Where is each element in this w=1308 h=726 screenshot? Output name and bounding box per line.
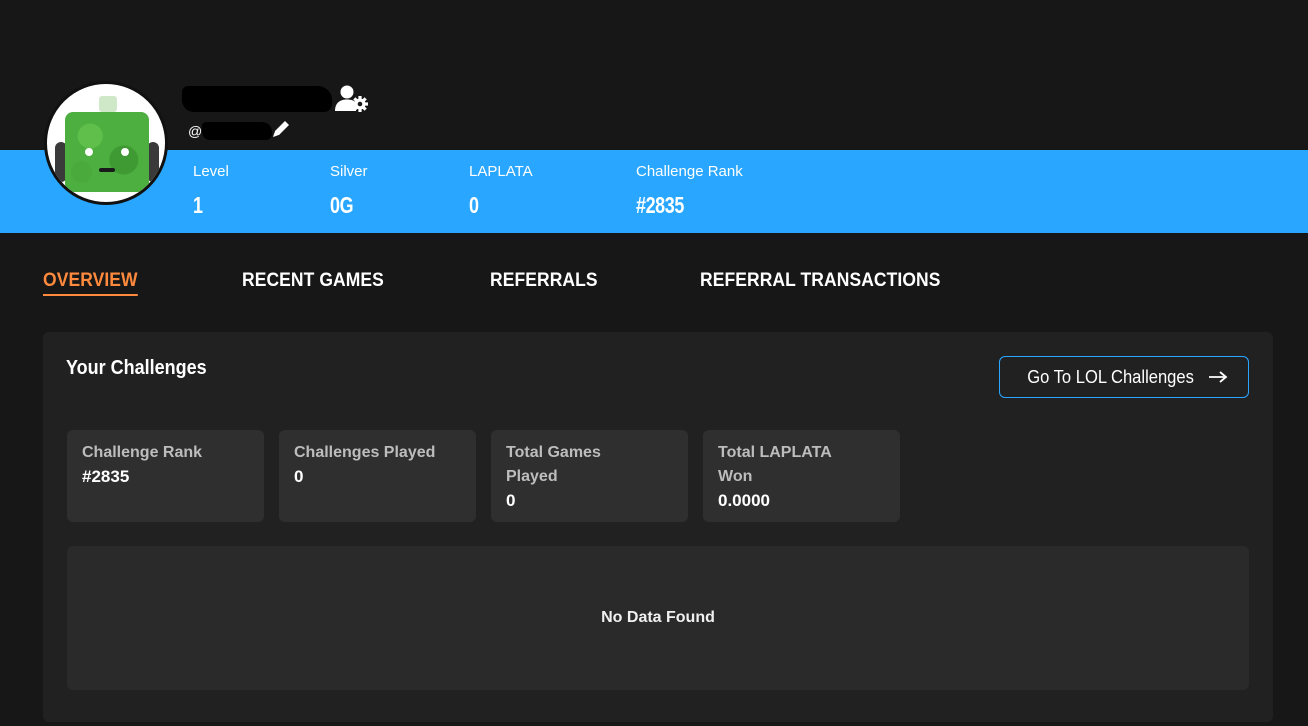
- card-label: Challenges Played: [294, 444, 436, 461]
- stat-card-challenge-rank: Challenge Rank #2835: [67, 430, 264, 522]
- challenges-panel: Your Challenges Go To LOL Challenges Cha…: [43, 332, 1273, 722]
- card-label: Total Games Played: [506, 444, 601, 485]
- stat-card-total-games-played: Total Games Played 0: [491, 430, 688, 522]
- stat-value: 0: [469, 192, 479, 218]
- profile-page: Level 1 Silver 0G LAPLATA 0 Challenge Ra…: [0, 0, 1308, 726]
- card-label: Challenge Rank: [82, 444, 203, 461]
- card-label: Total LAPLATA Won: [718, 444, 832, 485]
- robot-eye: [85, 148, 93, 156]
- stat-silver: Silver 0G: [330, 163, 368, 217]
- stat-card-challenges-played: Challenges Played 0: [279, 430, 476, 522]
- card-value: 0.0000: [718, 491, 770, 510]
- handle-redacted: [202, 122, 272, 140]
- tab-referrals[interactable]: REFERRALS: [490, 270, 598, 292]
- stats-band: Level 1 Silver 0G LAPLATA 0 Challenge Ra…: [0, 150, 1308, 233]
- stat-laplata: LAPLATA 0: [469, 163, 533, 217]
- stat-label: Challenge Rank: [636, 163, 743, 180]
- stat-level: Level 1: [193, 163, 229, 217]
- arrow-right-icon: [1208, 367, 1228, 388]
- stat-label: LAPLATA: [469, 163, 533, 180]
- card-value: #2835: [82, 467, 130, 486]
- robot-antenna: [99, 96, 117, 112]
- empty-state-text: No Data Found: [601, 609, 715, 626]
- robot-eye: [121, 148, 129, 156]
- stat-label: Silver: [330, 163, 368, 180]
- robot-avatar-icon: [65, 112, 149, 192]
- panel-title: Your Challenges: [66, 357, 207, 379]
- edit-pencil-icon[interactable]: [270, 118, 292, 140]
- stat-value: 0G: [330, 192, 354, 218]
- avatar[interactable]: [44, 81, 168, 205]
- stat-challenge-rank: Challenge Rank #2835: [636, 163, 743, 217]
- empty-state: No Data Found: [67, 546, 1249, 690]
- stat-value: #2835: [636, 192, 684, 218]
- handle-prefix: @: [188, 123, 203, 139]
- go-button-label: Go To LOL Challenges: [1027, 366, 1195, 387]
- tab-recent-games[interactable]: RECENT GAMES: [242, 270, 384, 292]
- tab-referral-transactions[interactable]: REFERRAL TRANSACTIONS: [700, 270, 941, 292]
- stat-card-total-laplata-won: Total LAPLATA Won 0.0000: [703, 430, 900, 522]
- user-settings-icon[interactable]: [334, 84, 370, 114]
- stat-label: Level: [193, 163, 229, 180]
- card-value: 0: [506, 491, 516, 510]
- username-redacted: [182, 86, 332, 112]
- tab-overview[interactable]: OVERVIEW: [43, 270, 138, 296]
- go-to-lol-challenges-button[interactable]: Go To LOL Challenges: [999, 356, 1249, 398]
- card-value: 0: [294, 467, 304, 486]
- robot-mouth: [99, 168, 115, 172]
- stat-value: 1: [193, 192, 203, 218]
